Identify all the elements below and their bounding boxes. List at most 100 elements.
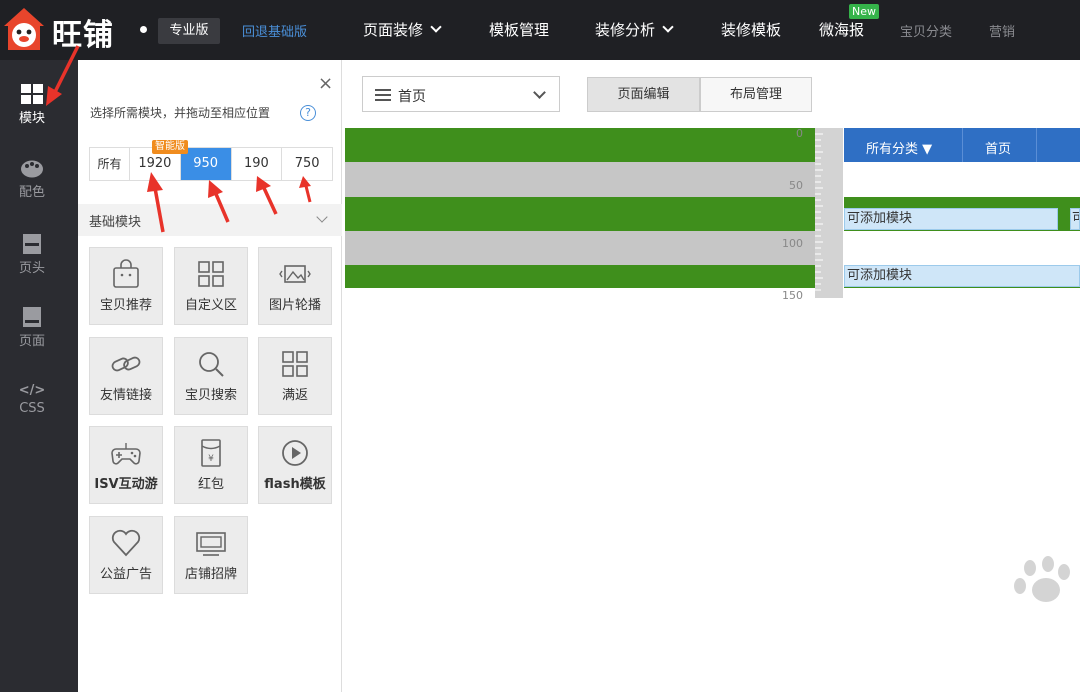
size-filter: 所有 1920 950 190 750 — [89, 147, 333, 181]
size-option-all[interactable]: 所有 — [90, 148, 130, 180]
module-label: 自定义区 — [184, 298, 237, 313]
heart-icon — [111, 529, 141, 557]
nav-marketing[interactable]: 营销 — [989, 21, 1015, 40]
add-module-slot[interactable]: 可添加模块 — [844, 208, 1058, 230]
ruler-label: 0 — [796, 127, 803, 140]
bag-icon — [113, 259, 139, 288]
module-tile-shop-sign[interactable]: 店铺招牌 — [174, 516, 248, 594]
page-select-value: 首页 — [398, 89, 426, 105]
size-option-190[interactable]: 190 — [232, 148, 283, 180]
module-label: 友情链接 — [99, 388, 152, 403]
page-header-icon — [23, 234, 41, 254]
sidebar-item-page-header[interactable]: 页头 — [0, 234, 64, 276]
module-label: 宝贝推荐 — [99, 298, 152, 313]
section-title: 基础模块 — [89, 215, 142, 230]
nav-label: 装修分析 — [595, 21, 656, 39]
nav-template-management[interactable]: 模板管理 — [489, 19, 549, 40]
sidebar-item-label: 配色 — [18, 185, 45, 200]
tab-layout-management[interactable]: 布局管理 — [700, 77, 812, 112]
layout-band-gray — [345, 162, 815, 197]
close-icon[interactable]: × — [318, 73, 333, 94]
module-label: flash模板 — [264, 477, 326, 492]
revert-basic-link[interactable]: 回退基础版 — [242, 21, 307, 40]
layout-band-green[interactable] — [345, 197, 815, 231]
red-packet-icon: ¥ — [201, 439, 221, 467]
chevron-down-icon — [533, 86, 546, 99]
sidebar-item-modules[interactable]: 模块 — [0, 84, 64, 126]
vertical-ruler — [815, 128, 843, 298]
play-icon — [282, 440, 308, 466]
ruler-label: 150 — [782, 289, 803, 302]
module-label: ISV互动游 — [94, 477, 158, 492]
nav-label: 模板管理 — [489, 21, 550, 39]
preview-nav-home[interactable]: 首页 — [985, 138, 1011, 157]
add-module-slot[interactable]: 可 — [1070, 208, 1080, 230]
module-label: 宝贝搜索 — [184, 388, 237, 403]
page-icon — [23, 307, 41, 327]
grid-icon — [282, 351, 308, 377]
help-icon[interactable]: ? — [300, 105, 316, 121]
preview-nav-categories[interactable]: 所有分类 ▼ — [866, 138, 932, 157]
layout-band-green[interactable] — [345, 128, 815, 162]
module-tile-isv-game[interactable]: ISV互动游 — [89, 426, 163, 504]
size-option-750[interactable]: 750 — [282, 148, 332, 180]
module-tile-charity-ad[interactable]: 公益广告 — [89, 516, 163, 594]
module-label: 店铺招牌 — [184, 567, 237, 582]
nav-micro-poster[interactable]: 微海报 — [819, 19, 864, 40]
module-label: 红包 — [197, 477, 224, 492]
palette-icon — [21, 160, 43, 178]
smart-edition-badge: 智能版 — [152, 140, 188, 154]
layout-band-green[interactable] — [345, 265, 815, 288]
add-module-slot[interactable]: 可添加模块 — [844, 265, 1080, 287]
module-label: 公益广告 — [99, 567, 152, 582]
sidebar-item-page[interactable]: 页面 — [0, 307, 64, 349]
sidebar-item-label: 模块 — [18, 111, 45, 126]
nav-label: 宝贝分类 — [900, 25, 953, 40]
module-label: 满返 — [281, 388, 308, 403]
module-label: 图片轮播 — [268, 298, 321, 313]
preview-nav-separator — [962, 128, 963, 162]
size-option-950[interactable]: 950 — [180, 148, 232, 180]
sidebar-item-label: 页头 — [18, 261, 45, 276]
code-icon: </> — [18, 383, 46, 398]
sidebar-item-label: CSS — [19, 401, 45, 416]
module-tile-full-return[interactable]: 满返 — [258, 337, 332, 415]
link-icon — [111, 356, 141, 372]
left-sidebar — [0, 60, 78, 692]
module-tile-item-recommend[interactable]: 宝贝推荐 — [89, 247, 163, 325]
logo-icon — [4, 8, 44, 50]
new-badge: New — [849, 4, 879, 19]
module-tile-custom-area[interactable]: 自定义区 — [174, 247, 248, 325]
layout-band-gray — [345, 231, 815, 265]
search-icon — [199, 352, 224, 377]
logo-dot — [140, 26, 147, 33]
tab-page-edit[interactable]: 页面编辑 — [587, 77, 700, 112]
menu-icon — [375, 89, 391, 101]
panel-hint: 选择所需模块，并拖动至相应位置 — [90, 106, 271, 120]
nav-label: 营销 — [989, 25, 1016, 40]
image-carousel-icon — [279, 265, 311, 283]
nav-item-category[interactable]: 宝贝分类 — [900, 21, 952, 40]
module-tile-friend-links[interactable]: 友情链接 — [89, 337, 163, 415]
edition-badge[interactable]: 专业版 — [158, 18, 220, 44]
logo-text: 旺铺 — [52, 18, 114, 53]
module-tile-item-search[interactable]: 宝贝搜索 — [174, 337, 248, 415]
nav-decoration-analysis[interactable]: 装修分析 — [595, 19, 674, 40]
ruler-label: 100 — [782, 237, 803, 250]
nav-decoration-templates[interactable]: 装修模板 — [721, 19, 781, 40]
svg-text:¥: ¥ — [208, 454, 214, 464]
sidebar-item-color-scheme[interactable]: 配色 — [0, 160, 64, 200]
ruler-label: 50 — [789, 179, 803, 192]
sidebar-item-css[interactable]: </> CSS — [0, 383, 64, 416]
module-tile-red-packet[interactable]: ¥ 红包 — [174, 426, 248, 504]
grid-icon — [198, 261, 224, 287]
nav-page-decoration[interactable]: 页面装修 — [363, 19, 442, 40]
preview-nav-separator — [1036, 128, 1037, 162]
signboard-icon — [196, 532, 226, 556]
nav-label: 装修模板 — [721, 21, 782, 39]
nav-label: 页面装修 — [363, 21, 424, 39]
module-tile-flash-template[interactable]: flash模板 — [258, 426, 332, 504]
module-tile-image-carousel[interactable]: 图片轮播 — [258, 247, 332, 325]
baidu-watermark — [1014, 556, 1070, 602]
page-select[interactable]: 首页 — [362, 76, 560, 112]
